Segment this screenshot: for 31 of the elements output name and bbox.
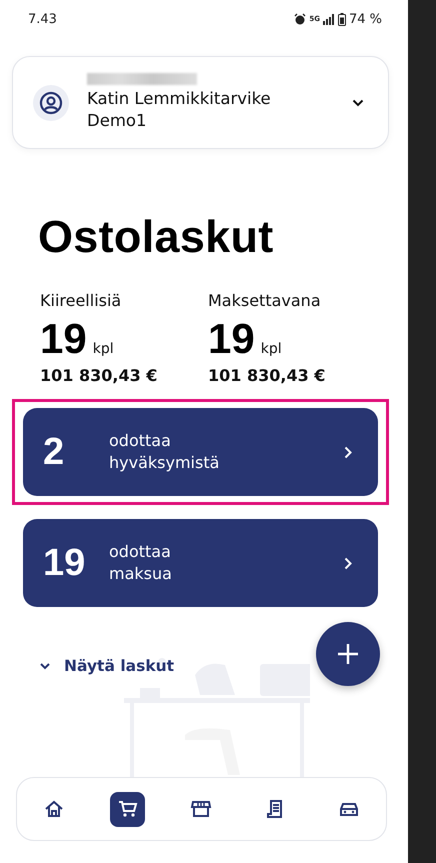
- avatar-icon: [33, 84, 69, 120]
- stat-label: Maksettavana: [208, 291, 322, 310]
- task-label: odottaa maksua: [109, 541, 173, 585]
- chevron-down-icon: [352, 98, 364, 106]
- unit-label: kpl: [92, 341, 114, 357]
- stat-count: 19: [208, 316, 255, 362]
- stat-amount: 101 830,43 €: [208, 366, 326, 385]
- account-selector[interactable]: Katin Lemmikkitarvike Demo1: [12, 56, 389, 149]
- task-label: odottaa hyväksymistä: [109, 430, 220, 474]
- stat-amount: 101 830,43 €: [40, 366, 158, 385]
- chevron-right-icon: [344, 446, 352, 458]
- page-title: Ostolaskut: [38, 211, 275, 263]
- company-name: Katin Lemmikkitarvike Demo1: [87, 88, 272, 132]
- clock-time: 7.43: [28, 12, 57, 26]
- alarm-icon: [294, 13, 306, 25]
- signal-icon: [322, 14, 335, 24]
- cart-icon[interactable]: [110, 792, 146, 826]
- battery-percent: 74 %: [348, 12, 382, 26]
- chevron-right-icon: [344, 556, 352, 570]
- stat-count: 19: [40, 316, 87, 362]
- add-button[interactable]: [316, 622, 380, 686]
- battery-icon: [338, 12, 346, 26]
- task-card[interactable]: 19 odottaa maksua: [23, 519, 378, 607]
- chevron-down-icon: [40, 662, 50, 670]
- plus-icon: [337, 643, 359, 665]
- stat-label: Kiireellisiä: [40, 291, 122, 310]
- task-card[interactable]: 2 odottaa hyväksymistä: [23, 408, 378, 496]
- task-count: 19: [43, 542, 86, 584]
- unit-label: kpl: [260, 341, 282, 357]
- task-count: 2: [43, 430, 66, 474]
- show-invoices-toggle[interactable]: Näytä laskut: [40, 657, 174, 675]
